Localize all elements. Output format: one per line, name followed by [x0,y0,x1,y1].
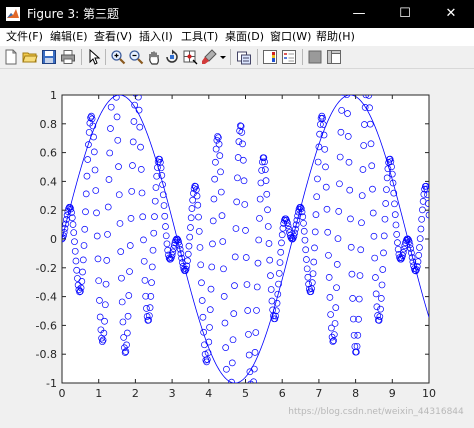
x-tick-label: 9 [389,387,396,400]
y-tick-label: -0.8 [36,348,57,361]
toolbar-separator [81,49,82,65]
y-tick-label: -1 [46,377,57,390]
minimize-button[interactable]: — [336,0,382,28]
new-file-icon[interactable] [3,49,19,65]
data-point [110,69,116,73]
toolbar [0,46,474,69]
x-tick-label: 2 [132,387,139,400]
data-point [228,394,234,400]
data-point [224,384,230,390]
data-point [109,87,115,93]
data-point [341,69,347,74]
x-tick-label: 0 [59,387,66,400]
data-point [112,70,118,76]
y-tick-label: -0.2 [36,262,57,275]
data-point [342,69,348,71]
menu-desktop[interactable]: 桌面(D) [225,29,264,45]
y-tick-label: 0.4 [40,175,58,188]
data-point [135,86,141,92]
menu-window[interactable]: 窗口(W) [270,29,311,45]
print-icon[interactable] [60,49,76,65]
data-point [227,403,233,409]
brush-dropdown-icon[interactable] [219,49,227,65]
data-point [113,79,119,85]
x-tick-label: 6 [279,387,286,400]
y-tick-label: 0.6 [40,147,58,160]
data-point [134,82,140,88]
menu-help[interactable]: 帮助(H) [316,29,355,45]
save-icon[interactable] [41,49,57,65]
show-plot-tools-icon[interactable] [326,49,342,65]
toolbar-separator [302,49,303,65]
y-tick-label: 1 [50,89,57,102]
data-point [343,77,349,83]
x-tick-label: 8 [352,387,359,400]
plot-svg: 0 1 2 3 4 5 6 7 8 9 10 -1 -0.8 -0.6 -0.4 -0.2 0 0.2 0.4 0.6… [36,69,464,417]
hide-plot-tools-icon[interactable] [307,49,323,65]
y-tick-label: 0 [50,233,57,246]
toolbar-separator [105,49,106,65]
zoom-in-icon[interactable] [110,49,126,65]
menu-insert[interactable]: 插入(I) [139,29,173,45]
data-point [226,407,232,413]
watermark: https://blog.csdn.net/weixin_44316844 [288,407,464,417]
x-tick-label: 1 [95,387,102,400]
pan-hand-icon[interactable] [146,49,162,65]
title-bar: Figure 3: 第三题 — ☐ ✕ [0,0,474,28]
data-point [340,76,346,82]
window-title: Figure 3: 第三题 [27,7,119,21]
figure-window: Figure 3: 第三题 — ☐ ✕ 文件(F) 编辑(E) 查看(V) 插入… [0,0,474,424]
data-point [111,69,117,71]
y-tick-label: -0.4 [36,291,57,304]
x-tick-label: 3 [169,387,176,400]
y-tick-label: -0.6 [36,319,57,332]
data-point [364,82,370,88]
data-point [340,95,345,96]
link-plot-icon[interactable] [236,49,252,65]
zoom-out-icon[interactable] [128,49,144,65]
data-point [249,390,255,396]
toolbar-separator [230,49,231,65]
x-tick-label: 4 [205,387,212,400]
data-point [342,69,348,75]
toolbar-separator [257,49,258,65]
x-tick-label: 10 [422,387,436,400]
data-point [133,83,139,89]
figure-canvas: 0 1 2 3 4 5 6 7 8 9 10 -1 -0.8 -0.6 -0.4 -0.2 0 0.2 0.4 0.6… [0,69,474,424]
y-tick-label: 0.8 [40,118,58,131]
data-point [226,405,232,411]
menu-bar: 文件(F) 编辑(E) 查看(V) 插入(I) 工具(T) 桌面(D) 窗口(W… [0,28,474,46]
y-tick-label: 0.2 [40,204,58,217]
rotate-3d-icon[interactable] [164,49,180,65]
brush-icon[interactable] [201,49,217,65]
matlab-logo-icon [6,7,20,21]
data-point [365,85,371,91]
menu-file[interactable]: 文件(F) [6,29,43,45]
maximize-button[interactable]: ☐ [382,0,428,28]
open-folder-icon[interactable] [22,49,38,65]
legend-icon[interactable] [281,49,297,65]
data-point [225,397,231,403]
x-tick-label: 7 [315,387,322,400]
data-point [248,388,254,394]
data-point [110,74,116,80]
x-tick-label: 5 [242,387,249,400]
data-point [250,387,256,393]
menu-tools[interactable]: 工具(T) [181,29,218,45]
colorbar-icon[interactable] [262,49,278,65]
data-cursor-icon[interactable] [182,49,198,65]
menu-edit[interactable]: 编辑(E) [50,29,88,45]
data-point [364,84,370,90]
pointer-icon[interactable] [86,49,102,65]
close-button[interactable]: ✕ [428,0,474,28]
menu-view[interactable]: 查看(V) [94,29,132,45]
